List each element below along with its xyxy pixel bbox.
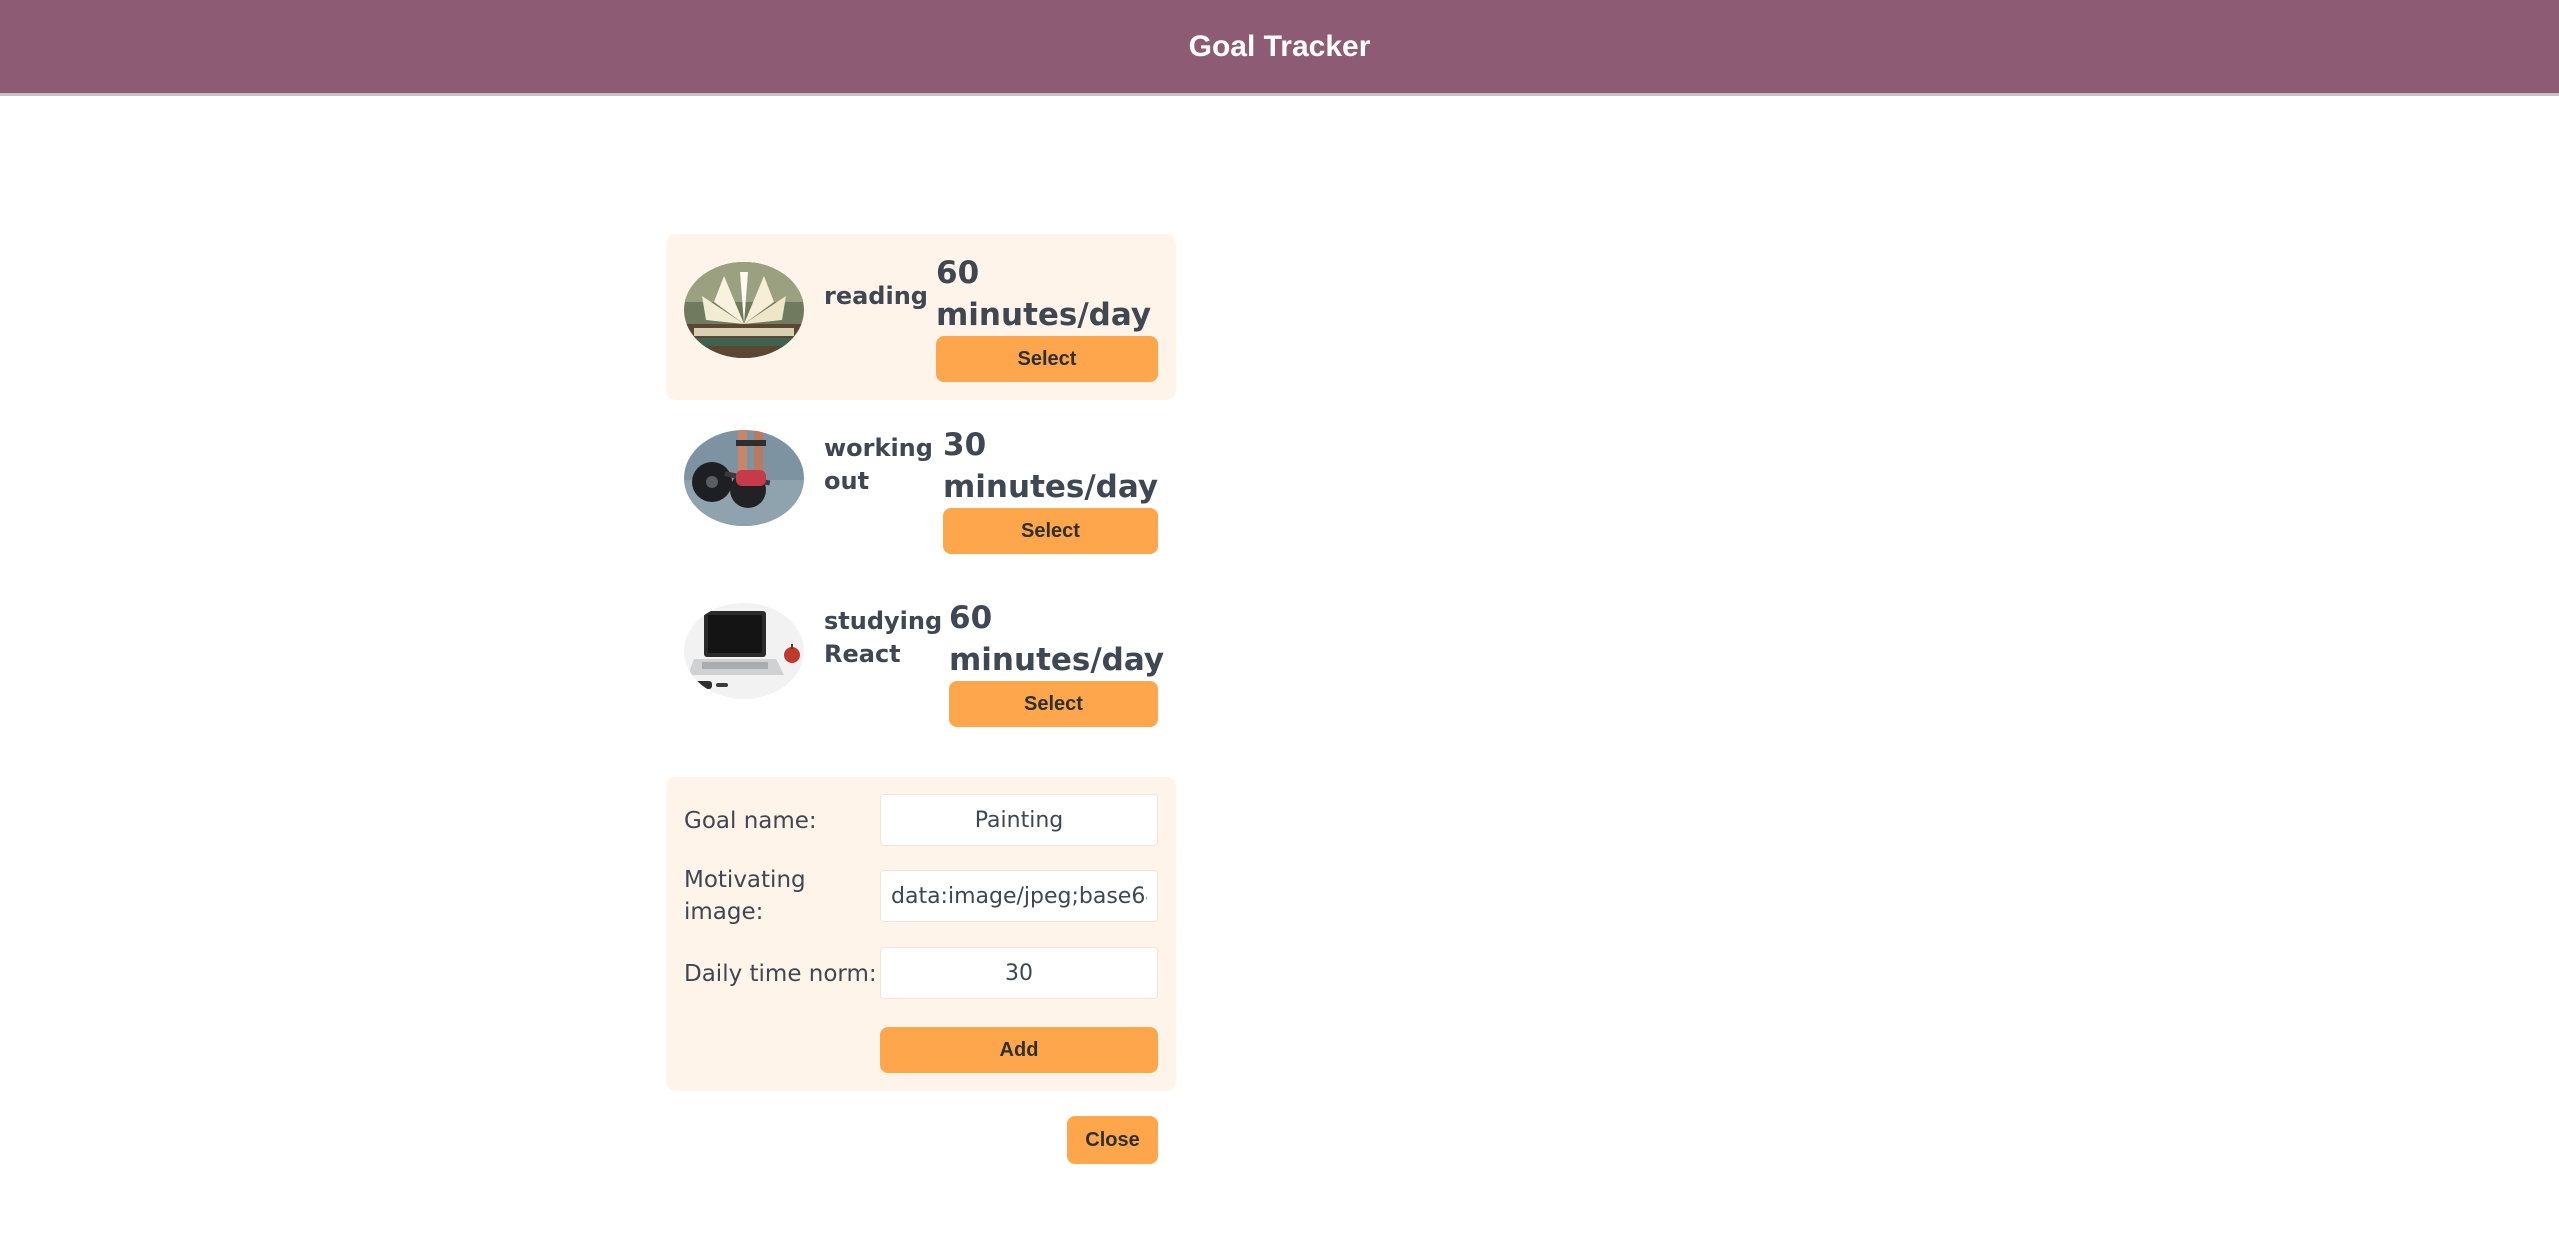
goal-norm: 60 minutes/day <box>936 255 1152 333</box>
select-button-working-out[interactable]: Select <box>943 508 1158 554</box>
close-button[interactable]: Close <box>1067 1116 1158 1164</box>
motivating-image-input[interactable] <box>880 870 1158 922</box>
goal-name-label: Goal name: <box>684 808 817 834</box>
add-goal-form: Goal name: Motivating image: Daily time … <box>666 777 1176 1091</box>
select-button-reading[interactable]: Select <box>936 336 1158 382</box>
goal-card-studying-react: studying React 60 minutes/day Select <box>666 579 1176 745</box>
goal-name: working out <box>824 434 933 495</box>
goal-norm: 60 minutes/day <box>949 600 1165 678</box>
goal-norm: 30 minutes/day <box>943 427 1159 505</box>
laptop-image <box>684 603 804 699</box>
workout-image <box>684 430 804 526</box>
reading-image <box>684 262 804 358</box>
daily-time-norm-input[interactable] <box>880 947 1158 999</box>
goal-name: reading <box>824 282 928 310</box>
select-button-studying-react[interactable]: Select <box>949 681 1158 727</box>
motivating-image-label: Motivating image: <box>684 867 806 925</box>
goal-card-working-out: working out 30 minutes/day Select <box>666 406 1176 572</box>
goal-name: studying React <box>824 607 943 668</box>
daily-time-norm-label: Daily time norm: <box>684 961 877 987</box>
app-title: Goal Tracker <box>1188 29 1371 63</box>
add-button[interactable]: Add <box>880 1027 1158 1073</box>
app-header: Goal Tracker <box>0 0 2559 96</box>
goal-name-input[interactable] <box>880 794 1158 846</box>
goal-card-reading: reading 60 minutes/day Select <box>666 234 1176 400</box>
